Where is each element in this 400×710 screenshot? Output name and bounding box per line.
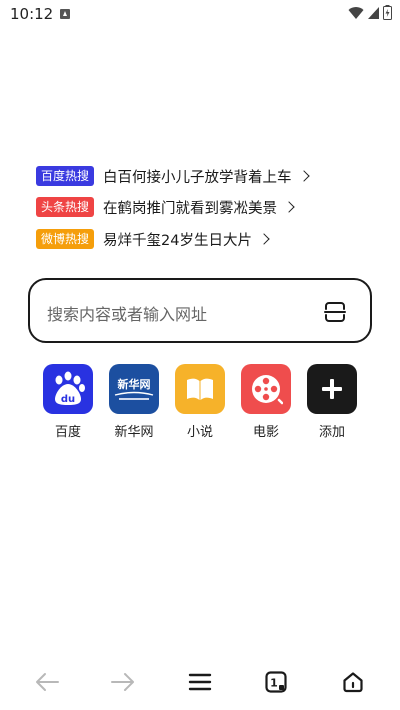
shortcut-baidu[interactable]: du 百度 bbox=[38, 364, 98, 440]
shortcut-label: 电影 bbox=[252, 425, 279, 440]
status-bar: 10:12 bbox=[0, 0, 400, 28]
chevron-right-icon bbox=[283, 201, 295, 213]
back-arrow-icon bbox=[36, 673, 59, 691]
forward-arrow-icon bbox=[111, 673, 134, 691]
status-time: 10:12 bbox=[10, 5, 54, 23]
hot-search-text: 白百何接小儿子放学背着上车 bbox=[103, 169, 292, 186]
home-button[interactable] bbox=[338, 667, 368, 697]
tabs-button[interactable]: 1 bbox=[261, 667, 291, 697]
shortcut-movie[interactable]: 电影 bbox=[236, 364, 296, 440]
search-input[interactable]: 搜索内容或者输入网址 bbox=[28, 278, 372, 343]
shortcut-label: 新华网 bbox=[114, 425, 154, 440]
chevron-right-icon bbox=[258, 233, 270, 245]
menu-button[interactable] bbox=[185, 667, 215, 697]
baidu-paw-icon: du bbox=[43, 364, 93, 414]
hot-search-item[interactable]: 头条热搜 在鹤岗推门就看到雾凇美景 bbox=[36, 197, 295, 217]
baidu-tile-text: du bbox=[61, 394, 75, 405]
back-button[interactable] bbox=[32, 667, 62, 697]
shortcut-label: 添加 bbox=[318, 425, 345, 440]
plus-icon bbox=[307, 364, 357, 414]
shortcut-label: 小说 bbox=[186, 425, 213, 440]
bottom-nav: 1 bbox=[0, 655, 400, 710]
hot-search-item[interactable]: 微博热搜 易烊千玺24岁生日大片 bbox=[36, 229, 270, 249]
hot-search-badge: 微博热搜 bbox=[36, 229, 95, 249]
tab-count: 1 bbox=[270, 677, 278, 690]
battery-icon bbox=[383, 5, 392, 20]
forward-button[interactable] bbox=[108, 667, 138, 697]
xinhua-tile-text: 新华网 bbox=[118, 377, 151, 391]
scan-icon[interactable] bbox=[324, 301, 346, 323]
shortcut-xinhua[interactable]: 新华网 新华网 bbox=[104, 364, 164, 440]
menu-icon bbox=[188, 673, 212, 691]
book-icon bbox=[175, 364, 225, 414]
hot-search-text: 在鹤岗推门就看到雾凇美景 bbox=[103, 200, 278, 217]
status-icons bbox=[348, 5, 392, 20]
xinhua-logo-icon: 新华网 bbox=[109, 364, 159, 414]
chevron-right-icon bbox=[297, 170, 310, 182]
signal-icon bbox=[368, 6, 379, 19]
hot-search-text: 易烊千玺24岁生日大片 bbox=[103, 232, 252, 249]
home-icon bbox=[343, 672, 363, 693]
hot-search-item[interactable]: 百度热搜 白百何接小儿子放学背着上车 bbox=[36, 166, 310, 186]
hot-search-badge: 头条热搜 bbox=[36, 197, 95, 217]
shortcut-novel[interactable]: 小说 bbox=[170, 364, 230, 440]
search-placeholder: 搜索内容或者输入网址 bbox=[47, 305, 208, 324]
notification-a-icon bbox=[60, 9, 70, 19]
tabs-icon: 1 bbox=[265, 671, 287, 693]
shortcut-add[interactable]: 添加 bbox=[302, 364, 362, 440]
wifi-icon bbox=[348, 6, 364, 19]
shortcut-label: 百度 bbox=[54, 425, 81, 440]
hot-search-badge: 百度热搜 bbox=[36, 166, 95, 186]
film-reel-icon bbox=[241, 364, 291, 414]
